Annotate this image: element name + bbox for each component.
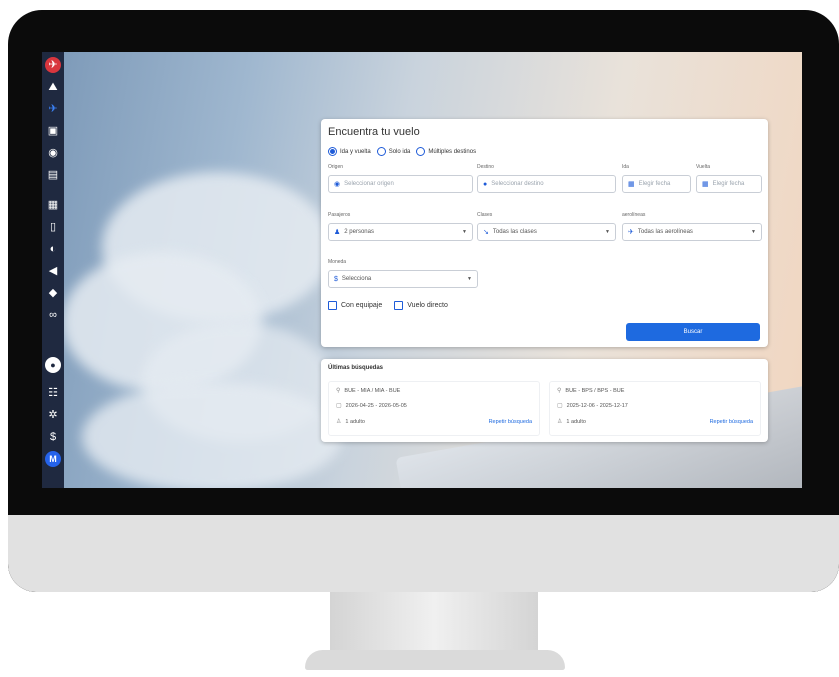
classes-label: Clases (477, 212, 493, 218)
trip-type-multi[interactable]: Múltiples destinos (416, 147, 476, 156)
radio-checked-icon (328, 147, 337, 156)
airlines-label: aerolíneas (622, 212, 646, 218)
recent-searches-card: Últimas búsquedas ⚲ BUE - MIA / MIA - BUE… (321, 359, 768, 442)
camera-icon[interactable]: ◉ (45, 145, 61, 161)
currency-select[interactable]: $ Selecciona ▼ (328, 270, 478, 288)
monitor-stand-neck (330, 592, 538, 654)
airlines-select[interactable]: ✈ Todas las aerolíneas ▼ (622, 223, 762, 241)
destination-label: Destino (477, 164, 494, 170)
direct-flight-checkbox[interactable]: Vuelo directo (394, 301, 448, 310)
pin-icon: ⚲ (336, 388, 341, 394)
passengers-label: Pasajeros (328, 212, 351, 218)
checkbox-icon (394, 301, 404, 310)
repeat-search-link[interactable]: Repetir búsqueda (489, 419, 532, 425)
recent-dates: 2025-12-06 - 2025-12-17 (566, 402, 628, 409)
trip-type-group: Ida y vuelta Solo ida Múltiples destinos (328, 147, 482, 156)
car-icon[interactable]: ▣ (45, 123, 61, 139)
document-icon[interactable]: ▯ (45, 219, 61, 235)
chevron-down-icon: ▼ (605, 229, 610, 235)
notification-icon[interactable]: ● (45, 357, 61, 373)
currency-icon[interactable]: $ (45, 429, 61, 445)
avatar-icon[interactable]: M (45, 451, 61, 467)
tag-icon[interactable]: ◆ (45, 285, 61, 301)
departure-date-input[interactable]: ▦ Elegir fecha (622, 175, 691, 193)
recent-dates: 2026-04-25 - 2026-05-05 (345, 402, 407, 409)
person-icon: ♟ (334, 229, 341, 236)
recent-route: BUE - MIA / MIA - BUE (344, 387, 401, 394)
checkbox-icon (328, 301, 337, 310)
repeat-search-link[interactable]: Repetir búsqueda (710, 419, 753, 425)
ticket-icon[interactable]: ▤ (45, 167, 61, 183)
with-luggage-checkbox[interactable]: Con equipaje (328, 301, 382, 310)
recent-route: BUE - BPS / BPS - BUE (565, 387, 625, 394)
grid-icon[interactable]: ▦ (45, 197, 61, 213)
person-icon: ♙ (336, 419, 342, 425)
search-button[interactable]: Buscar (626, 323, 760, 341)
recent-pax: 1 adulto (345, 418, 365, 425)
hotel-icon[interactable]: ⛰ (45, 79, 61, 95)
logo-icon[interactable]: ✈ (45, 57, 61, 73)
seat-icon: ↘ (483, 229, 489, 236)
recent-search-item: ⚲ BUE - MIA / MIA - BUE ▢ 2026-04-25 - 202… (328, 381, 540, 436)
currency-label: Moneda (328, 259, 347, 265)
page-title: Encuentra tu vuelo (328, 126, 420, 138)
pin-icon: ● (483, 180, 488, 188)
origin-label: Origen (328, 164, 344, 170)
trip-type-roundtrip[interactable]: Ida y vuelta (328, 147, 371, 156)
chevron-down-icon: ▼ (467, 276, 472, 282)
monitor-frame: ✈ ⛰ ✈ ▣ ◉ ▤ ▦ ▯ ◐ ◀ ◆ ∞ ● ☷ ✲ $ M Encuen… (8, 10, 839, 592)
return-label: Vuelta (696, 164, 710, 170)
calendar-icon: ▦ (702, 181, 709, 188)
recent-searches-title: Últimas búsquedas (328, 365, 384, 371)
monitor-chin (8, 515, 839, 592)
flight-search-card: Encuentra tu vuelo Ida y vuelta Solo ida… (321, 119, 768, 347)
return-date-input[interactable]: ▦ Elegir fecha (696, 175, 762, 193)
trip-type-oneway[interactable]: Solo ida (376, 147, 410, 156)
calendar-icon: ▦ (628, 181, 635, 188)
link-icon[interactable]: ∞ (45, 307, 61, 323)
currency-icon: $ (334, 275, 338, 283)
origin-input[interactable]: ◉ Seleccionar origen (328, 175, 473, 193)
recent-pax: 1 adulto (566, 418, 586, 425)
person-icon: ♙ (557, 419, 563, 425)
calendar-icon: ▢ (336, 403, 342, 409)
recent-search-item: ⚲ BUE - BPS / BPS - BUE ▢ 2025-12-06 - 202… (549, 381, 761, 436)
plane-icon[interactable]: ✈ (45, 101, 61, 117)
departure-label: Ida (622, 164, 629, 170)
pin-icon: ⚲ (557, 388, 562, 394)
destination-input[interactable]: ● Seleccionar destino (477, 175, 616, 193)
settings-icon[interactable]: ✲ (45, 407, 61, 423)
plane-icon: ✈ (628, 229, 634, 236)
screen: ✈ ⛰ ✈ ▣ ◉ ▤ ▦ ▯ ◐ ◀ ◆ ∞ ● ☷ ✲ $ M Encuen… (42, 52, 802, 488)
monitor-stand-base (305, 650, 565, 670)
chevron-down-icon: ▼ (462, 229, 467, 235)
classes-select[interactable]: ↘ Todas las clases ▼ (477, 223, 616, 241)
sidebar: ✈ ⛰ ✈ ▣ ◉ ▤ ▦ ▯ ◐ ◀ ◆ ∞ ● ☷ ✲ $ M (42, 52, 64, 488)
location-icon: ◉ (334, 181, 341, 188)
calendar-icon: ▢ (557, 403, 563, 409)
filter-checks: Con equipaje Vuelo directo (328, 301, 460, 310)
cloud-4 (82, 382, 342, 488)
chevron-down-icon: ▼ (751, 229, 756, 235)
radio-unchecked-icon (376, 147, 386, 156)
passengers-select[interactable]: ♟ 2 personas ▼ (328, 223, 473, 241)
megaphone-icon[interactable]: ◀ (45, 263, 61, 279)
users-icon[interactable]: ☷ (45, 385, 61, 401)
radio-unchecked-icon (416, 147, 426, 156)
pie-chart-icon[interactable]: ◐ (45, 241, 61, 257)
